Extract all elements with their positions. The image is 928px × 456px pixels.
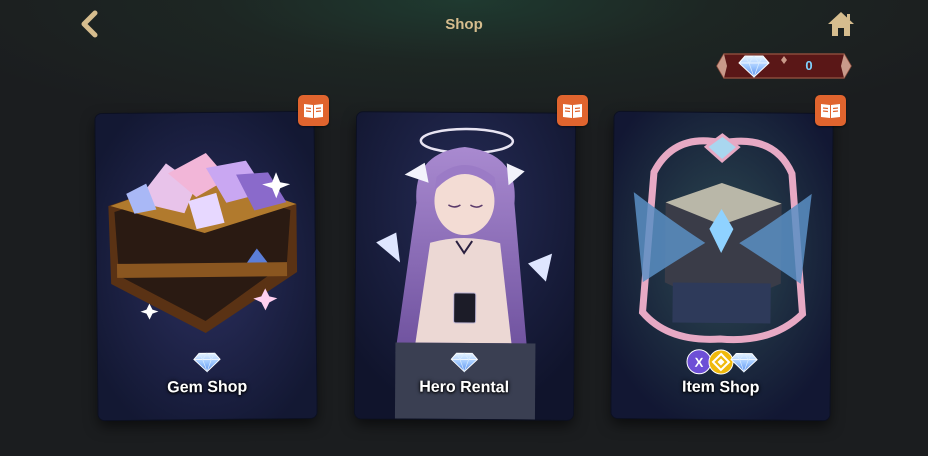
home-button[interactable] [827, 10, 855, 38]
diamond-icon [193, 350, 221, 374]
card-label: Item Shop [681, 378, 760, 397]
item-shop-card[interactable]: X Item Shop [611, 111, 833, 421]
page-title: Shop [445, 16, 483, 33]
counter-frame [716, 53, 852, 79]
book-icon [304, 104, 323, 118]
diamond-icon [738, 54, 770, 78]
gem-count: 0 [805, 58, 813, 73]
card-label: Gem Shop [167, 378, 248, 397]
card-label: Hero Rental [419, 378, 510, 397]
diamond-icon [730, 350, 758, 374]
gem-shop-info-button[interactable] [298, 95, 329, 126]
book-icon [821, 104, 840, 118]
item-shop-info-button[interactable] [815, 95, 846, 126]
book-icon [563, 104, 582, 118]
gem-shop-card[interactable]: Gem Shop [95, 111, 317, 421]
home-icon [828, 12, 854, 36]
gem-counter[interactable]: 0 [716, 52, 852, 80]
svg-text:X: X [695, 355, 704, 370]
hero-rental-card[interactable]: Hero Rental [354, 112, 576, 420]
top-bar: Shop [0, 0, 928, 50]
hero-rental-info-button[interactable] [557, 95, 588, 126]
diamond-icon [450, 350, 478, 374]
